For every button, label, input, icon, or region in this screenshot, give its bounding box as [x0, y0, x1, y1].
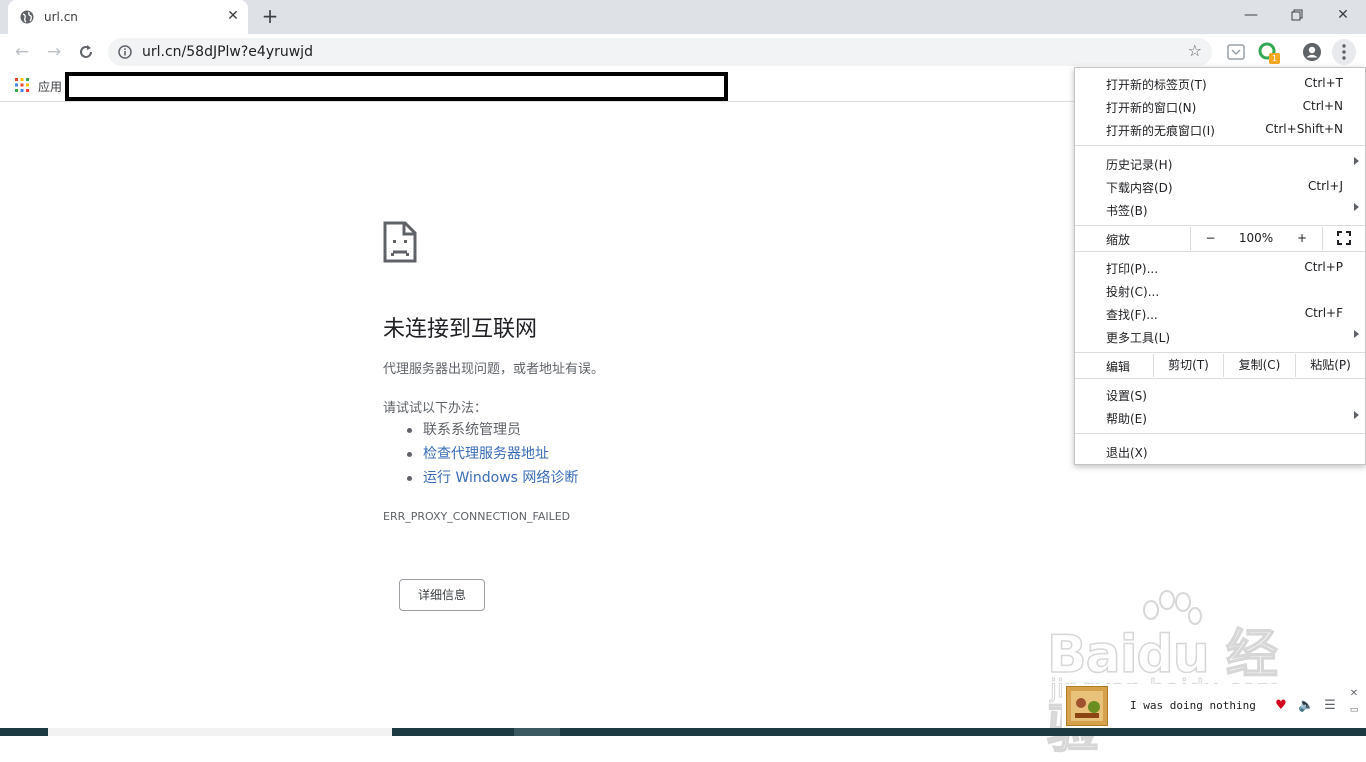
menu-item-exit[interactable]: 退出(X) [1075, 440, 1365, 463]
forward-button[interactable]: → [42, 40, 66, 64]
extension-pocket-icon[interactable] [1226, 42, 1246, 62]
heart-icon[interactable]: ♥ [1273, 698, 1289, 714]
menu-separator [1075, 251, 1365, 252]
taskbar-active-app[interactable] [514, 728, 560, 736]
menu-item-bookmarks[interactable]: 书签(B) [1075, 198, 1365, 221]
chrome-main-menu: 打开新的标签页(T) Ctrl+T 打开新的窗口(N) Ctrl+N 打开新的无… [1074, 67, 1366, 465]
album-art-icon [1071, 691, 1103, 721]
album-cover [1066, 686, 1108, 726]
menu-button[interactable] [1332, 39, 1356, 65]
menu-item-print[interactable]: 打印(P)... Ctrl+P [1075, 256, 1365, 279]
menu-item-help[interactable]: 帮助(E) [1075, 406, 1365, 429]
cut-button[interactable]: 剪切(T) [1153, 354, 1223, 377]
back-button[interactable]: ← [10, 40, 34, 64]
volume-icon[interactable]: 🔈 [1298, 698, 1314, 714]
extension-badge: 1 [1269, 53, 1280, 64]
fullscreen-button[interactable] [1322, 227, 1365, 250]
suggestions-label: 请试试以下办法： [383, 401, 488, 416]
tab-strip: url.cn ✕ + — ✕ [0, 0, 1366, 34]
menu-item-incognito[interactable]: 打开新的无痕窗口(I) Ctrl+Shift+N [1075, 118, 1365, 141]
suggestions-list: 联系系统管理员 检查代理服务器地址 运行 Windows 网络诊断 [383, 420, 578, 492]
apps-grid-icon[interactable] [15, 78, 29, 92]
toolbar: ← → url.cn/58dJPlw?e4yruwjd ☆ 1 [0, 34, 1366, 70]
minimize-button[interactable]: — [1236, 4, 1266, 26]
submenu-arrow-icon [1354, 330, 1359, 338]
fullscreen-icon [1337, 231, 1351, 245]
reload-icon [80, 45, 92, 58]
close-window-button[interactable]: ✕ [1328, 4, 1358, 26]
paste-button[interactable]: 粘贴(P) [1295, 354, 1365, 377]
window-icon[interactable]: ▭ [1346, 702, 1362, 718]
address-bar[interactable]: url.cn/58dJPlw?e4yruwjd ☆ [108, 38, 1212, 66]
song-title: I was doing nothing [1130, 699, 1256, 712]
copy-button[interactable]: 复制(C) [1223, 354, 1295, 377]
details-button[interactable]: 详细信息 [399, 579, 485, 611]
sad-document-icon [383, 221, 417, 263]
globe-icon [20, 10, 34, 24]
url-text: url.cn/58dJPlw?e4yruwjd [142, 44, 313, 60]
menu-separator [1075, 225, 1365, 226]
submenu-arrow-icon [1354, 157, 1359, 165]
zoom-level: 100% [1238, 231, 1274, 245]
menu-item-find[interactable]: 查找(F)... Ctrl+F [1075, 302, 1365, 325]
player-close-icon[interactable]: ✕ [1346, 686, 1362, 702]
menu-row-zoom: 缩放 − 100% + [1075, 227, 1365, 250]
taskbar [0, 728, 1366, 736]
bookmark-star-icon[interactable]: ☆ [1188, 41, 1202, 60]
menu-separator [1075, 433, 1365, 434]
menu-separator [1075, 378, 1365, 379]
menu-separator [1075, 352, 1365, 353]
restore-button[interactable] [1282, 4, 1312, 26]
suggestion-contact-admin: 联系系统管理员 [383, 420, 578, 444]
close-tab-icon[interactable]: ✕ [224, 7, 242, 25]
error-subtitle: 代理服务器出现问题，或者地址有误。 [383, 362, 605, 377]
menu-separator [1075, 145, 1365, 146]
menu-row-edit: 编辑 剪切(T) 复制(C) 粘贴(P) [1075, 354, 1365, 377]
new-tab-button[interactable]: + [258, 5, 282, 29]
profile-avatar-icon[interactable] [1302, 42, 1322, 62]
playlist-icon[interactable]: ☰ [1322, 698, 1338, 714]
taskbar-search[interactable] [48, 728, 392, 736]
menu-item-cast[interactable]: 投射(C)... [1075, 279, 1365, 302]
submenu-arrow-icon [1354, 411, 1359, 419]
music-player: I was doing nothing ♥ 🔈 ☰ ▭ ✕ [1062, 684, 1366, 728]
menu-item-downloads[interactable]: 下载内容(D) Ctrl+J [1075, 175, 1365, 198]
zoom-in-button[interactable]: + [1282, 227, 1322, 250]
redacted-bookmarks-box [65, 72, 728, 101]
menu-item-more-tools[interactable]: 更多工具(L) [1075, 325, 1365, 348]
apps-bookmark[interactable]: 应用 [38, 78, 62, 95]
menu-item-new-tab[interactable]: 打开新的标签页(T) Ctrl+T [1075, 72, 1365, 95]
tab-url-cn[interactable]: url.cn ✕ [8, 0, 248, 34]
extension-green-button[interactable]: 1 [1258, 42, 1280, 64]
kebab-menu-icon [1342, 44, 1346, 60]
tab-title: url.cn [44, 10, 78, 24]
menu-item-history[interactable]: 历史记录(H) [1075, 152, 1365, 175]
suggestion-run-diagnostics-link[interactable]: 运行 Windows 网络诊断 [383, 468, 578, 492]
zoom-out-button[interactable]: − [1190, 227, 1230, 250]
suggestion-check-proxy-link[interactable]: 检查代理服务器地址 [383, 444, 578, 468]
error-title: 未连接到互联网 [383, 317, 538, 342]
reload-button[interactable] [74, 40, 98, 64]
info-icon[interactable] [118, 45, 132, 59]
error-code: ERR_PROXY_CONNECTION_FAILED [383, 510, 571, 523]
menu-item-new-window[interactable]: 打开新的窗口(N) Ctrl+N [1075, 95, 1365, 118]
submenu-arrow-icon [1354, 203, 1359, 211]
menu-item-settings[interactable]: 设置(S) [1075, 383, 1365, 406]
